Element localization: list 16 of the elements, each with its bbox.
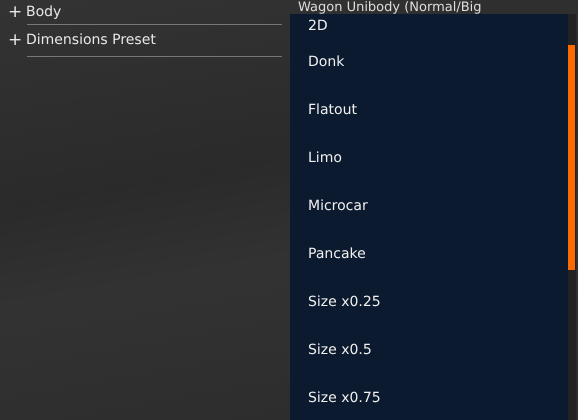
- expand-toggle[interactable]: +: [8, 32, 26, 49]
- dropdown-option[interactable]: Microcar: [308, 198, 368, 214]
- dropdown-option[interactable]: Size x0.25: [308, 294, 381, 310]
- dropdown-option[interactable]: 2D: [308, 18, 328, 34]
- dropdown-option[interactable]: Donk: [308, 54, 344, 70]
- dropdown-option[interactable]: Pancake: [308, 246, 366, 262]
- dropdown-option[interactable]: Limo: [308, 150, 342, 166]
- dropdown-option[interactable]: Size x0.5: [308, 342, 372, 358]
- scrollbar[interactable]: [568, 14, 576, 420]
- expand-toggle[interactable]: +: [8, 4, 26, 20]
- property-value[interactable]: Wagon Unibody (Normal/Big: [298, 1, 482, 14]
- property-label: Body: [26, 2, 62, 22]
- dropdown-option[interactable]: Flatout: [308, 102, 357, 118]
- dropdown-option[interactable]: Size x0.75: [308, 390, 381, 406]
- property-label: Dimensions Preset: [26, 31, 156, 50]
- scrollbar-thumb[interactable]: [568, 45, 575, 270]
